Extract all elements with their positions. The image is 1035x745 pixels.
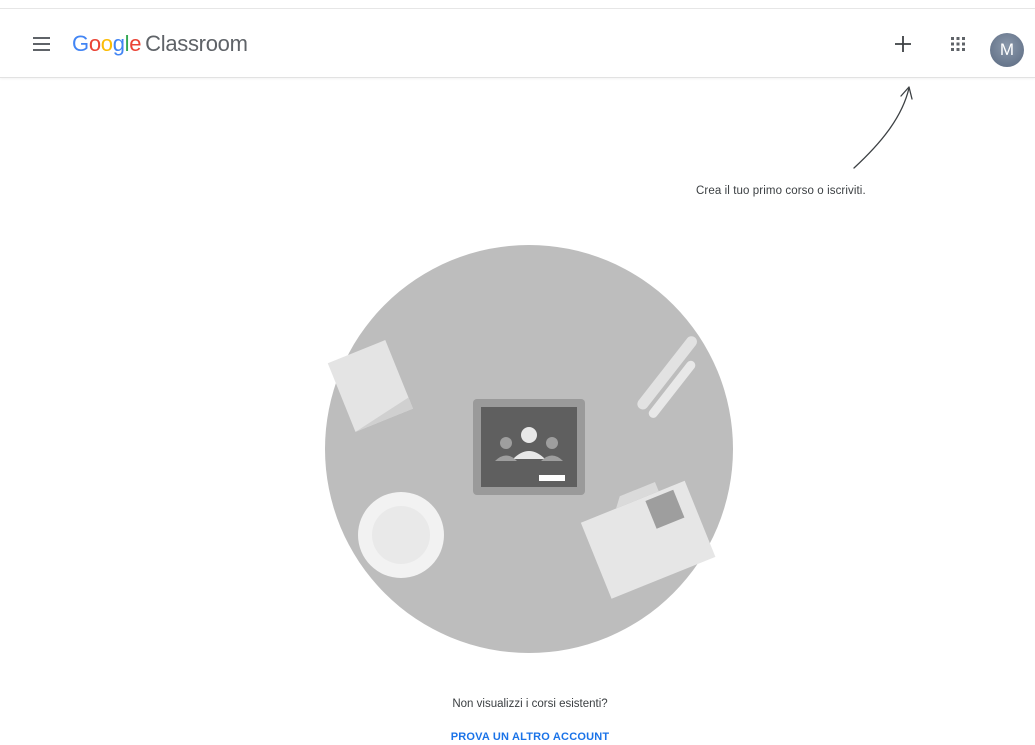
product-name: Classroom [145,31,248,56]
empty-state-illustration [325,245,733,653]
logo-letter: e [129,31,142,56]
plus-icon [895,36,911,52]
create-course-hint: Crea il tuo primo corso o iscriviti. [696,185,866,197]
logo-letter: G [72,31,89,56]
google-apps-button[interactable] [944,30,972,58]
curved-arrow-icon [853,86,913,169]
logo-letter: o [100,31,113,56]
create-or-join-button[interactable] [889,30,917,58]
account-avatar[interactable]: M [990,33,1024,67]
app-header: Google Classroom M [0,9,1035,78]
google-classroom-logo[interactable]: Google Classroom [72,31,248,57]
hamburger-menu-icon[interactable] [28,31,54,57]
apps-grid-icon [951,37,965,51]
missing-courses-question: Non visualizzi i corsi esistenti? [452,698,608,710]
logo-letter: o [88,31,101,56]
logo-letter: g [112,31,125,56]
try-another-account-link[interactable]: PROVA UN ALTRO ACCOUNT [0,731,1035,743]
classroom-home: Google Classroom M Crea il tuo primo cors… [0,0,1035,745]
